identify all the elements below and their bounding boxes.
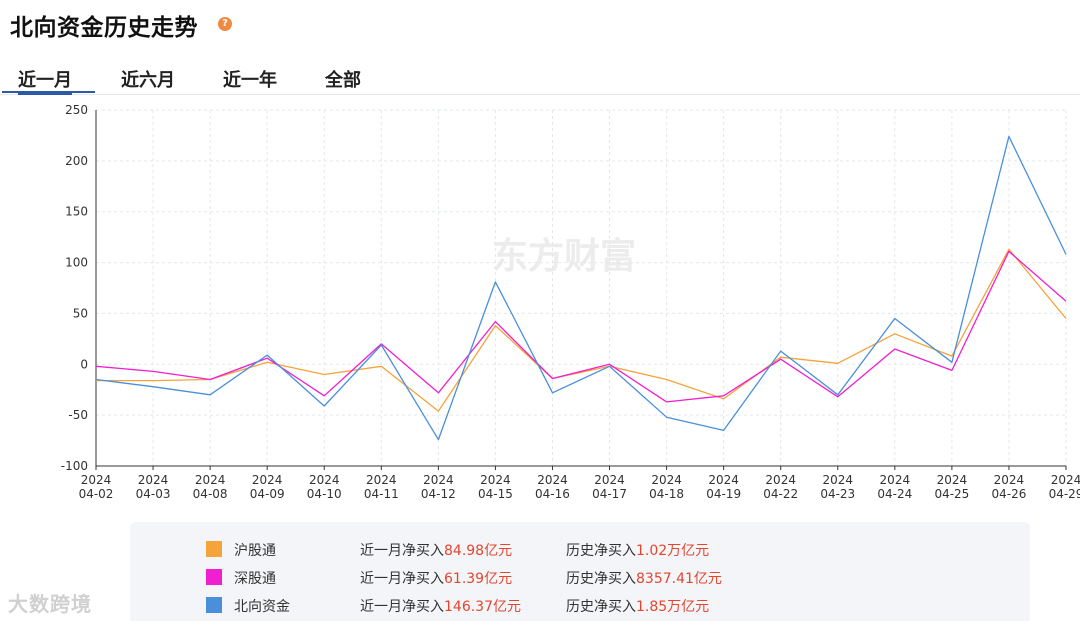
x-tick-label: 2024: [937, 473, 968, 487]
page-title: 北向资金历史走势: [10, 15, 198, 41]
y-tick-label: 0: [80, 357, 88, 371]
recent-net-buy: 近一月净买入146.37亿元: [360, 599, 521, 615]
y-tick-label: -100: [61, 459, 88, 473]
recent-net-buy: 近一月净买入84.98亿元: [360, 543, 513, 559]
active-tab-underline: [2, 91, 95, 93]
legend-swatch: [206, 569, 222, 585]
y-tick-label: 200: [65, 154, 88, 168]
legend-row-sh: 沪股通 近一月净买入84.98亿元 历史净买入1.02万亿元: [130, 538, 1030, 560]
line-chart: 东方财富250200150100500-50-100202404-0220240…: [61, 103, 1080, 501]
x-tick-label: 2024: [1051, 473, 1080, 487]
x-tick-label: 2024: [651, 473, 682, 487]
x-tick-label: 2024: [537, 473, 568, 487]
legend-swatch: [206, 541, 222, 557]
tab-6-months[interactable]: 近六月: [121, 66, 175, 93]
x-tick-label: 04-25: [934, 487, 969, 501]
x-tick-label: 04-29: [1049, 487, 1080, 501]
history-net-buy: 历史净买入1.85万亿元: [566, 599, 710, 615]
x-tick-label: 04-26: [992, 487, 1027, 501]
x-tick-label: 04-23: [820, 487, 855, 501]
x-tick-label: 04-16: [535, 487, 570, 501]
x-tick-label: 04-03: [136, 487, 171, 501]
legend-name: 沪股通: [234, 543, 276, 559]
chart-area: 东方财富 250 200 150 100 50 0 -50 -100 2024 04-02 2024 0…: [0, 98, 1080, 508]
x-tick-label: 2024: [423, 473, 454, 487]
x-tick-label: 04-02: [79, 487, 114, 501]
x-tick-label: 04-18: [649, 487, 684, 501]
y-tick-label: 50: [73, 306, 88, 320]
x-tick-label: 2024: [708, 473, 739, 487]
x-tick-label: 04-09: [250, 487, 285, 501]
x-tick-label: 2024: [480, 473, 511, 487]
legend-swatch: [206, 597, 222, 613]
x-tick-label: 2024: [822, 473, 853, 487]
legend-name: 北向资金: [234, 599, 290, 615]
x-tick-label: 04-19: [706, 487, 741, 501]
x-tick-label: 04-17: [592, 487, 627, 501]
y-tick-label: 100: [65, 256, 88, 270]
tab-1-year[interactable]: 近一年: [223, 66, 277, 93]
y-tick-label: -50: [68, 408, 88, 422]
history-net-buy: 历史净买入1.02万亿元: [566, 543, 710, 559]
x-tick-label: 2024: [195, 473, 226, 487]
x-tick-label: 2024: [994, 473, 1025, 487]
chart-watermark: 东方财富: [492, 235, 636, 277]
range-tabs: 近一月 近六月 近一年 全部: [0, 60, 1080, 95]
x-tick-label: 2024: [366, 473, 397, 487]
x-tick-label: 2024: [252, 473, 283, 487]
y-tick-label: 150: [65, 205, 88, 219]
x-tick-label: 04-10: [307, 487, 342, 501]
history-net-buy: 历史净买入8357.41亿元: [566, 571, 722, 587]
recent-net-buy: 近一月净买入61.39亿元: [360, 571, 513, 587]
x-tick-label: 04-24: [877, 487, 912, 501]
x-tick-label: 2024: [880, 473, 911, 487]
legend-row-sz: 深股通 近一月净买入61.39亿元 历史净买入8357.41亿元: [130, 566, 1030, 588]
x-tick-label: 04-15: [478, 487, 513, 501]
x-tick-label: 04-08: [193, 487, 228, 501]
x-tick-label: 2024: [765, 473, 796, 487]
question-icon[interactable]: ?: [218, 17, 232, 31]
y-tick-label: 250: [65, 103, 88, 117]
series-line-北向资金: [95, 135, 1067, 441]
x-tick-label: 2024: [81, 473, 112, 487]
legend-name: 深股通: [234, 571, 276, 587]
x-tick-label: 04-22: [763, 487, 798, 501]
legend-row-north: 北向资金 近一月净买入146.37亿元 历史净买入1.85万亿元: [130, 594, 1030, 616]
x-tick-label: 2024: [138, 473, 169, 487]
x-tick-label: 04-12: [421, 487, 456, 501]
tab-all[interactable]: 全部: [325, 66, 361, 93]
footer-watermark: 大数跨境: [8, 592, 92, 616]
legend-panel: 沪股通 近一月净买入84.98亿元 历史净买入1.02万亿元 深股通 近一月净买…: [130, 522, 1030, 621]
x-tick-label: 04-11: [364, 487, 399, 501]
x-tick-label: 2024: [594, 473, 625, 487]
x-tick-label: 2024: [309, 473, 340, 487]
